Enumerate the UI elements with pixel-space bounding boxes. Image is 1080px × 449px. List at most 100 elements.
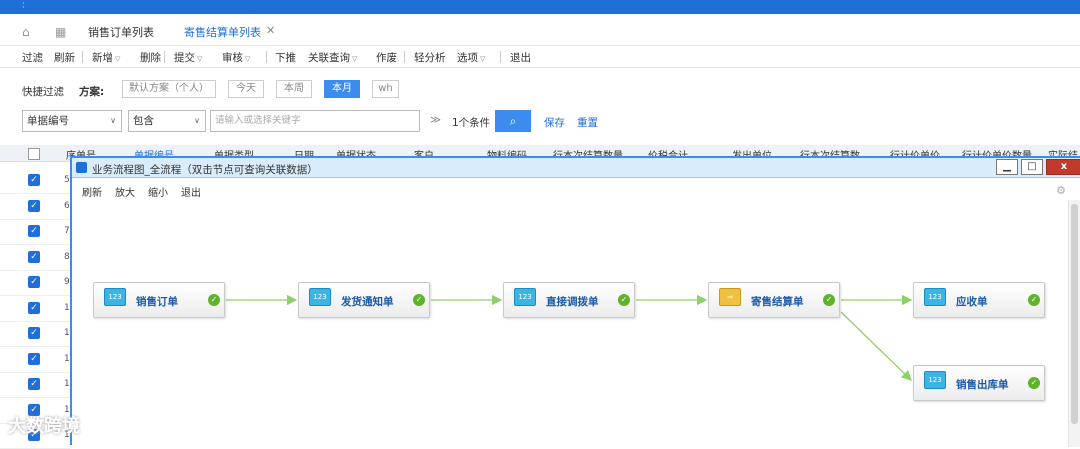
scheme-this-month[interactable]: 本月 (324, 80, 360, 98)
submit-button[interactable]: 提交 ▽ (174, 50, 202, 65)
dialog-titlebar[interactable]: 业务流程图_全流程（双击节点可查询关联数据） ▁ □ x (72, 158, 1080, 178)
document-123-icon: 123 (309, 288, 331, 306)
search-icon: ⌕ (509, 114, 517, 128)
related-query-label: 关联查询 (308, 52, 350, 64)
home-icon[interactable]: ⌂ (22, 25, 30, 39)
row-checkbox[interactable]: ✓ (28, 174, 40, 186)
tab-sales-order-list[interactable]: 销售订单列表 (88, 24, 154, 40)
row-divider (0, 218, 70, 220)
grid-menu-icon[interactable]: ▦ (55, 25, 66, 39)
scheme-label: 方案: (79, 86, 105, 98)
top-bar: · · (0, 0, 1080, 14)
scheme-wh[interactable]: wh (372, 80, 399, 98)
reset-button[interactable]: 重置 (577, 115, 598, 130)
row-divider (0, 193, 70, 194)
flow-canvas (72, 202, 1068, 447)
row-number: 1 (64, 302, 70, 313)
delete-button[interactable]: 删除 (140, 50, 161, 65)
row-number: 5 (64, 175, 70, 185)
dialog-title: 业务流程图_全流程（双击节点可查询关联数据） (92, 164, 318, 176)
node-label: 发货通知单 (341, 296, 394, 308)
node-direct-transfer[interactable]: 123 直接调拨单 ✓ (503, 282, 635, 318)
dialog-refresh[interactable]: 刷新 (82, 184, 102, 199)
row-checkbox[interactable]: ✓ (28, 327, 40, 339)
row-number: 7 (64, 226, 70, 236)
search-input[interactable]: 请输入或选择关键字 (210, 110, 420, 132)
audit-button-label: 审核 (222, 52, 243, 64)
save-button[interactable]: 保存 (544, 115, 565, 130)
expand-conditions-icon[interactable]: ≫ (430, 114, 441, 126)
node-consignment-settlement[interactable]: ⇒ 寄售结算单 ✓ (708, 282, 840, 318)
exit-button[interactable]: 退出 (510, 50, 531, 65)
dialog-zoom-in[interactable]: 放大 (115, 184, 135, 199)
audit-button[interactable]: 审核 ▽ (222, 50, 250, 65)
light-analysis-button[interactable]: 轻分析 (414, 50, 446, 65)
chevron-down-icon: ▽ (480, 55, 486, 63)
row-divider (0, 397, 70, 398)
push-down-button[interactable]: 下推 (275, 50, 296, 65)
minimize-button[interactable]: ▁ (996, 159, 1018, 175)
row-divider (0, 346, 70, 347)
check-icon: ✓ (618, 294, 630, 306)
maximize-button[interactable]: □ (1021, 159, 1043, 175)
row-divider (0, 269, 70, 271)
node-delivery-notice[interactable]: 123 发货通知单 ✓ (298, 282, 430, 318)
search-field-select[interactable]: 单据编号 ∨ (22, 110, 122, 132)
row-checkbox[interactable]: ✓ (28, 250, 40, 263)
search-button[interactable]: ⌕ (495, 110, 531, 132)
document-arrow-icon: ⇒ (719, 288, 741, 306)
node-sales-outbound[interactable]: 123 销售出库单 ✓ (913, 365, 1045, 401)
tab-consignment-settlement-list[interactable]: 寄售结算单列表 (184, 24, 261, 40)
node-receivable[interactable]: 123 应收单 ✓ (913, 282, 1045, 318)
options-button[interactable]: 选项 ▽ (457, 50, 485, 65)
search-field-value: 单据编号 (27, 115, 69, 127)
related-query-button[interactable]: 关联查询 ▽ (308, 50, 357, 65)
close-button[interactable]: x (1046, 159, 1080, 175)
row-checkbox[interactable]: ✓ (28, 378, 40, 390)
dialog-menu: 刷新 放大 缩小 退出 (72, 179, 1080, 199)
quick-filter-label: 快捷过滤 (22, 86, 64, 98)
scheme-default[interactable]: 默认方案（个人） (122, 80, 216, 98)
close-tab-icon[interactable]: ✕ (266, 24, 275, 37)
row-checkbox[interactable]: ✓ (28, 276, 40, 288)
divider (266, 51, 267, 63)
dialog-zoom-out[interactable]: 缩小 (148, 184, 168, 199)
search-operator-select[interactable]: 包含 ∨ (128, 110, 206, 132)
void-button[interactable]: 作废 (376, 50, 397, 65)
divider (500, 51, 501, 63)
toolbar: 过滤 刷新 新增 ▽ 删除 提交 ▽ 审核 ▽ 下推 关联查询 ▽ 作废 轻分析 选项 ▽… (0, 46, 1080, 68)
node-label: 销售订单 (136, 296, 178, 308)
gear-icon[interactable]: ⚙ (1056, 184, 1066, 197)
divider (82, 51, 83, 63)
scrollbar-thumb[interactable] (1071, 204, 1078, 424)
document-123-icon: 123 (104, 288, 126, 306)
refresh-button[interactable]: 刷新 (54, 50, 75, 65)
check-icon: ✓ (1028, 294, 1040, 306)
node-label: 寄售结算单 (751, 296, 804, 308)
document-123-icon: 123 (514, 288, 536, 306)
search-operator-value: 包含 (133, 115, 154, 127)
node-label: 销售出库单 (956, 379, 1009, 391)
filter-button[interactable]: 过滤 (22, 50, 43, 65)
dialog-exit[interactable]: 退出 (181, 184, 201, 199)
node-sales-order[interactable]: 123 销售订单 ✓ (93, 282, 225, 318)
tab-bar: ⌂ ▦ 销售订单列表 寄售结算单列表 ✕ (0, 14, 1080, 59)
row-checkbox[interactable]: ✓ (28, 225, 40, 237)
new-button[interactable]: 新增 ▽ (92, 50, 120, 65)
check-icon: ✓ (208, 294, 220, 306)
row-divider (0, 320, 70, 322)
row-checkbox[interactable]: ✓ (28, 352, 40, 365)
document-123-icon: 123 (924, 371, 946, 389)
row-checkbox[interactable]: ✓ (28, 199, 40, 212)
row-divider (0, 371, 70, 373)
select-all-checkbox[interactable] (28, 148, 40, 160)
row-checkbox[interactable]: ✓ (28, 301, 40, 314)
scheme-today[interactable]: 今天 (228, 80, 264, 98)
chevron-down-icon: ▽ (115, 55, 121, 63)
row-divider (0, 244, 70, 245)
vertical-scrollbar[interactable] (1068, 200, 1080, 447)
node-label: 应收单 (956, 296, 988, 308)
row-number: 1 (64, 353, 70, 364)
row-number: 1 (64, 328, 70, 338)
scheme-this-week[interactable]: 本周 (276, 80, 312, 98)
